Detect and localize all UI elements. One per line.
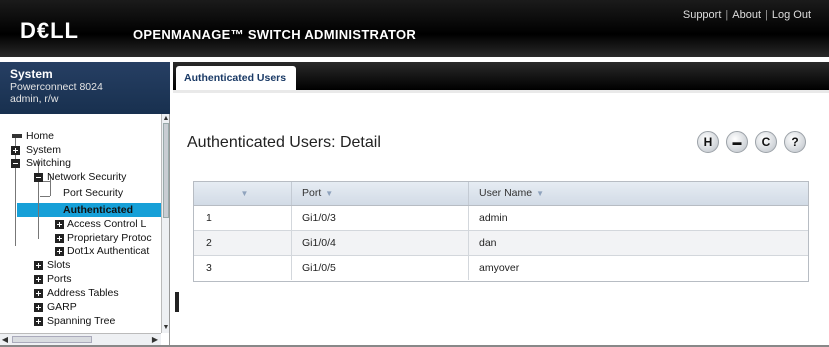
- cell-port: Gi1/0/5: [291, 256, 468, 280]
- table-row[interactable]: 1 Gi1/0/3 admin: [194, 206, 808, 231]
- collapse-minus-icon[interactable]: [34, 173, 43, 182]
- system-model: Powerconnect 8024: [10, 81, 103, 93]
- expand-plus-icon[interactable]: [34, 303, 43, 312]
- nav-vertical-scrollbar[interactable]: ▲ ▼: [161, 114, 169, 333]
- scroll-right-arrow-icon[interactable]: ▶: [150, 334, 160, 345]
- home-icon: [12, 134, 22, 138]
- sort-arrow-icon: ▼: [325, 189, 334, 198]
- dell-logo: D€LL: [20, 18, 79, 43]
- app-title: OPENMANAGE™ SWITCH ADMINISTRATOR: [133, 27, 417, 42]
- nav-item-slots[interactable]: Slots: [47, 259, 70, 271]
- expand-plus-icon[interactable]: [55, 234, 64, 243]
- scroll-left-arrow-icon[interactable]: ◀: [0, 334, 10, 345]
- sort-arrow-icon: ▼: [240, 189, 249, 198]
- app-header: D€LL OPENMANAGE™ SWITCH ADMINISTRATOR Su…: [0, 0, 829, 57]
- nav-item-spanning-tree[interactable]: Spanning Tree: [47, 315, 115, 327]
- cell-index: 2: [206, 237, 212, 249]
- cell-user-name: amyover: [468, 256, 808, 280]
- navigation-tree: Home System Switching Network Security P…: [0, 114, 170, 347]
- nav-item-ports[interactable]: Ports: [47, 273, 72, 285]
- support-link[interactable]: Support: [683, 9, 722, 21]
- nav-item-home[interactable]: Home: [26, 130, 54, 142]
- system-info-panel: System Powerconnect 8024 admin, r/w: [0, 62, 170, 114]
- expand-plus-icon[interactable]: [34, 289, 43, 298]
- refresh-icon[interactable]: C: [755, 131, 777, 153]
- help-icon[interactable]: ?: [784, 131, 806, 153]
- save-icon[interactable]: H: [697, 131, 719, 153]
- cell-user-name: admin: [468, 206, 808, 230]
- tab-bar: Authenticated Users: [173, 62, 829, 90]
- tab-authenticated-users[interactable]: Authenticated Users: [176, 66, 296, 90]
- nav-item-switching[interactable]: Switching: [26, 157, 71, 169]
- authenticated-users-table: ▼ Port ▼ User Name ▼ 1 Gi1/0/3 admin 2 Gi1…: [193, 181, 809, 282]
- nav-item-network-security[interactable]: Network Security: [47, 171, 126, 183]
- tab-divider: [173, 90, 829, 93]
- cell-port: Gi1/0/4: [291, 231, 468, 255]
- scroll-up-arrow-icon[interactable]: ▲: [162, 114, 169, 123]
- column-header-user-name[interactable]: User Name ▼: [468, 182, 808, 205]
- sort-arrow-icon: ▼: [536, 189, 545, 198]
- column-header-port[interactable]: Port ▼: [291, 182, 468, 205]
- table-header: ▼ Port ▼ User Name ▼: [194, 182, 808, 206]
- nav-item-authenticated[interactable]: Authenticated: [63, 204, 133, 216]
- expand-plus-icon[interactable]: [11, 146, 20, 155]
- nav-item-system[interactable]: System: [26, 144, 61, 156]
- nav-item-address-tables[interactable]: Address Tables: [47, 287, 119, 299]
- collapse-minus-icon[interactable]: [11, 159, 20, 168]
- nav-item-access-control[interactable]: Access Control L: [67, 218, 146, 230]
- column-header-index[interactable]: ▼: [194, 182, 291, 205]
- expand-plus-icon[interactable]: [34, 317, 43, 326]
- system-title[interactable]: System: [10, 67, 160, 81]
- nav-item-dot1x[interactable]: Dot1x Authenticat: [67, 245, 149, 257]
- expand-plus-icon[interactable]: [34, 275, 43, 284]
- table-row[interactable]: 3 Gi1/0/5 amyover: [194, 256, 808, 281]
- expand-plus-icon[interactable]: [55, 247, 64, 256]
- scroll-down-arrow-icon[interactable]: ▼: [162, 323, 169, 332]
- page-title: Authenticated Users: Detail: [187, 134, 381, 151]
- cell-user-name: dan: [468, 231, 808, 255]
- panel-splitter-handle[interactable]: [175, 292, 179, 312]
- scroll-thumb[interactable]: [163, 123, 169, 218]
- about-link[interactable]: About: [732, 9, 761, 21]
- system-user: admin, r/w: [10, 93, 59, 105]
- expand-plus-icon[interactable]: [55, 220, 64, 229]
- nav-item-port-security[interactable]: Port Security: [63, 187, 123, 199]
- nav-item-proprietary-protocol[interactable]: Proprietary Protoc: [67, 232, 152, 244]
- table-row[interactable]: 2 Gi1/0/4 dan: [194, 231, 808, 256]
- logout-link[interactable]: Log Out: [772, 9, 811, 21]
- cell-port: Gi1/0/3: [291, 206, 468, 230]
- top-links: Support | About | Log Out: [682, 9, 811, 21]
- nav-item-garp[interactable]: GARP: [47, 301, 77, 313]
- scroll-thumb[interactable]: [12, 336, 92, 343]
- cell-index: 1: [206, 212, 212, 224]
- nav-horizontal-scrollbar[interactable]: ◀ ▶: [0, 333, 161, 345]
- print-icon[interactable]: ▬: [726, 131, 748, 153]
- cell-index: 3: [206, 262, 212, 274]
- expand-plus-icon[interactable]: [34, 261, 43, 270]
